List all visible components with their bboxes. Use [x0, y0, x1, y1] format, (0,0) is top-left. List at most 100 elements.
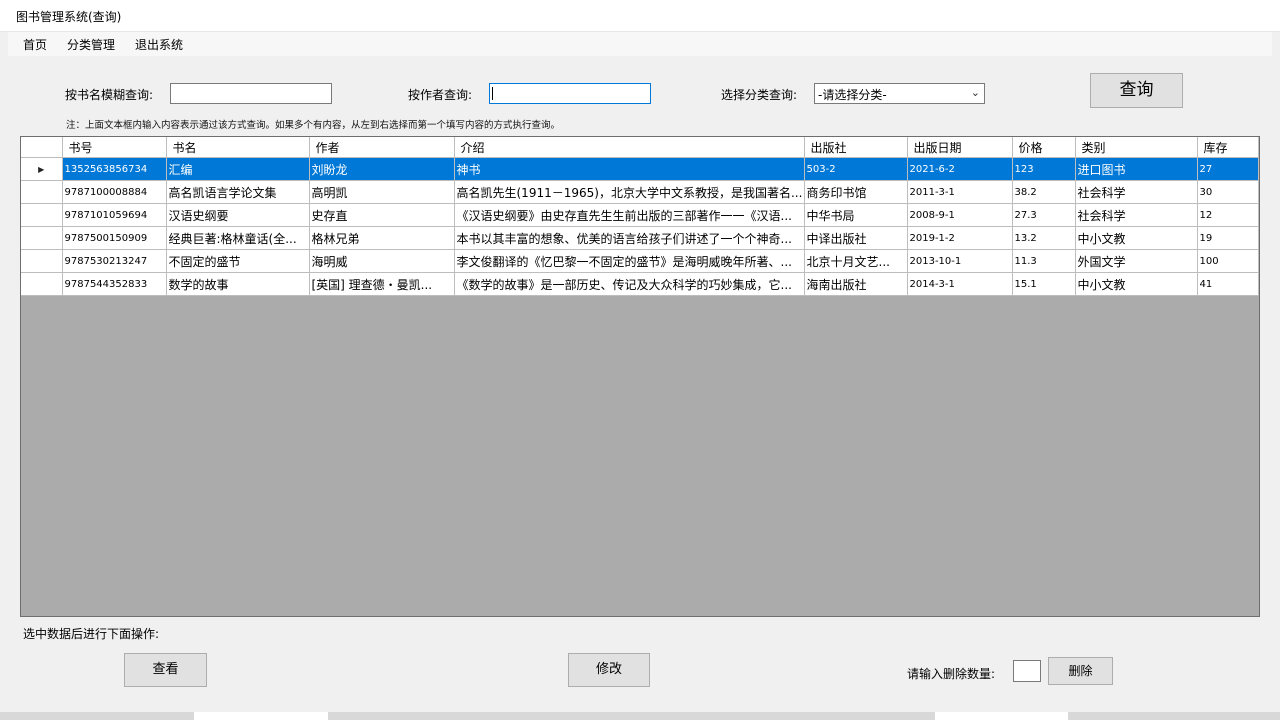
table-cell[interactable]: 社会科学: [1075, 180, 1198, 204]
table-cell[interactable]: 刘盼龙: [309, 157, 455, 181]
category-select-value: -请选择分类-: [818, 88, 887, 102]
author-search-label: 按作者查询:: [408, 88, 473, 102]
table-cell[interactable]: 9787544352833: [62, 272, 167, 296]
table-cell[interactable]: 2019-1-2: [907, 226, 1013, 250]
table-cell[interactable]: 100: [1197, 249, 1259, 273]
table-cell[interactable]: 中小文教: [1075, 272, 1198, 296]
window-title: 图书管理系统(查询): [16, 10, 122, 24]
table-cell[interactable]: 《汉语史纲要》由史存直先生生前出版的三部著作一一《汉语...: [454, 203, 805, 227]
table-cell[interactable]: 《数学的故事》是一部历史、传记及大众科学的巧妙集成，它...: [454, 272, 805, 296]
bottom-edge: [0, 712, 1280, 720]
table-cell[interactable]: 13.2: [1012, 226, 1076, 250]
table-cell[interactable]: 商务印书馆: [804, 180, 908, 204]
table-cell[interactable]: 1352563856734: [62, 157, 167, 181]
category-select[interactable]: -请选择分类- ⌄: [814, 83, 985, 104]
table-row[interactable]: 9787530213247 不固定的盛节 海明威 李文俊翻译的《忆巴黎一不固定的…: [21, 249, 1259, 273]
delete-count-label: 请输入删除数量:: [907, 667, 996, 681]
table-cell[interactable]: 503-2: [804, 157, 908, 181]
delete-button[interactable]: 删除: [1048, 657, 1113, 685]
table-cell[interactable]: 41: [1197, 272, 1259, 296]
view-button[interactable]: 查看: [124, 653, 207, 687]
bottom-tab-left: [194, 712, 328, 720]
table-cell[interactable]: 外国文学: [1075, 249, 1198, 273]
table-cell[interactable]: 中译出版社: [804, 226, 908, 250]
table-cell[interactable]: 2021-6-2: [907, 157, 1013, 181]
table-cell[interactable]: 38.2: [1012, 180, 1076, 204]
table-cell[interactable]: 史存直: [309, 203, 455, 227]
current-row-arrow-icon[interactable]: ▶: [21, 157, 63, 181]
table-row[interactable]: 9787500150909 经典巨著:格林童话(全... 格林兄弟 本书以其丰富…: [21, 226, 1259, 250]
table-cell[interactable]: 9787530213247: [62, 249, 167, 273]
books-table[interactable]: 书号 书名 作者 介绍 出版社 出版日期 价格 类别 库存 ▶ 13525638…: [20, 136, 1260, 617]
column-header[interactable]: 库存: [1197, 137, 1259, 158]
table-row[interactable]: 9787100008884 高名凯语言学论文集 高明凯 高名凯先生(1911－1…: [21, 180, 1259, 204]
table-cell[interactable]: 社会科学: [1075, 203, 1198, 227]
table-cell[interactable]: 27.3: [1012, 203, 1076, 227]
table-cell[interactable]: 神书: [454, 157, 805, 181]
bottom-tab-right: [935, 712, 1068, 720]
query-button[interactable]: 查询: [1090, 73, 1183, 108]
table-cell[interactable]: 2013-10-1: [907, 249, 1013, 273]
table-cell[interactable]: 本书以其丰富的想象、优美的语言给孩子们讲述了一个个神奇...: [454, 226, 805, 250]
table-cell[interactable]: 2014-3-1: [907, 272, 1013, 296]
table-cell[interactable]: 9787101059694: [62, 203, 167, 227]
table-cell[interactable]: 高明凯: [309, 180, 455, 204]
table-cell[interactable]: 经典巨著:格林童话(全...: [166, 226, 310, 250]
column-header[interactable]: 介绍: [454, 137, 805, 158]
table-cell[interactable]: 进口图书: [1075, 157, 1198, 181]
table-cell[interactable]: 不固定的盛节: [166, 249, 310, 273]
author-search-input[interactable]: [489, 83, 651, 104]
table-cell[interactable]: [英国] 理查德・曼凯...: [309, 272, 455, 296]
chevron-down-icon[interactable]: ⌄: [971, 86, 980, 99]
table-cell[interactable]: 2011-3-1: [907, 180, 1013, 204]
table-cell[interactable]: 30: [1197, 180, 1259, 204]
row-header[interactable]: [21, 226, 63, 250]
text-caret: [492, 87, 493, 100]
row-header[interactable]: [21, 272, 63, 296]
table-cell[interactable]: 123: [1012, 157, 1076, 181]
table-cell[interactable]: 汉语史纲要: [166, 203, 310, 227]
table-cell[interactable]: 汇编: [166, 157, 310, 181]
table-cell[interactable]: 12: [1197, 203, 1259, 227]
table-cell[interactable]: 2008-9-1: [907, 203, 1013, 227]
column-header[interactable]: 作者: [309, 137, 455, 158]
column-header[interactable]: 书名: [166, 137, 310, 158]
row-header[interactable]: [21, 180, 63, 204]
table-cell[interactable]: 高名凯语言学论文集: [166, 180, 310, 204]
menu-item-category-manage[interactable]: 分类管理: [67, 36, 115, 53]
table-cell[interactable]: 北京十月文艺...: [804, 249, 908, 273]
table-cell[interactable]: 李文俊翻译的《忆巴黎一不固定的盛节》是海明威晚年所著、...: [454, 249, 805, 273]
table-cell[interactable]: 中小文教: [1075, 226, 1198, 250]
table-cell[interactable]: 11.3: [1012, 249, 1076, 273]
table-cell[interactable]: 海明威: [309, 249, 455, 273]
table-row[interactable]: 9787544352833 数学的故事 [英国] 理查德・曼凯... 《数学的故…: [21, 272, 1259, 296]
action-hint: 选中数据后进行下面操作:: [23, 627, 160, 641]
row-header[interactable]: [21, 203, 63, 227]
table-cell[interactable]: 海南出版社: [804, 272, 908, 296]
name-search-input[interactable]: [170, 83, 332, 104]
table-cell[interactable]: 9787500150909: [62, 226, 167, 250]
table-cell[interactable]: 中华书局: [804, 203, 908, 227]
table-cell[interactable]: 9787100008884: [62, 180, 167, 204]
delete-count-input[interactable]: [1013, 660, 1041, 682]
column-header[interactable]: 书号: [62, 137, 167, 158]
column-header[interactable]: 出版日期: [907, 137, 1013, 158]
edit-button[interactable]: 修改: [568, 653, 650, 687]
table-cell[interactable]: 15.1: [1012, 272, 1076, 296]
menu-item-home[interactable]: 首页: [23, 36, 47, 53]
column-header[interactable]: 出版社: [804, 137, 908, 158]
title-bar: 图书管理系统(查询): [0, 0, 1280, 32]
table-row[interactable]: ▶ 1352563856734 汇编 刘盼龙 神书 503-2 2021-6-2…: [21, 157, 1259, 181]
table-row[interactable]: 9787101059694 汉语史纲要 史存直 《汉语史纲要》由史存直先生生前出…: [21, 203, 1259, 227]
menu-bar: 首页 分类管理 退出系统: [8, 32, 1272, 56]
row-header[interactable]: [21, 249, 63, 273]
table-cell[interactable]: 19: [1197, 226, 1259, 250]
table-cell[interactable]: 数学的故事: [166, 272, 310, 296]
menu-item-exit[interactable]: 退出系统: [135, 36, 183, 53]
column-header[interactable]: 类别: [1075, 137, 1198, 158]
table-cell[interactable]: 27: [1197, 157, 1259, 181]
column-header[interactable]: 价格: [1012, 137, 1076, 158]
table-header: 书号 书名 作者 介绍 出版社 出版日期 价格 类别 库存: [21, 137, 1259, 158]
table-cell[interactable]: 格林兄弟: [309, 226, 455, 250]
table-cell[interactable]: 高名凯先生(1911－1965)，北京大学中文系教授，是我国著名...: [454, 180, 805, 204]
